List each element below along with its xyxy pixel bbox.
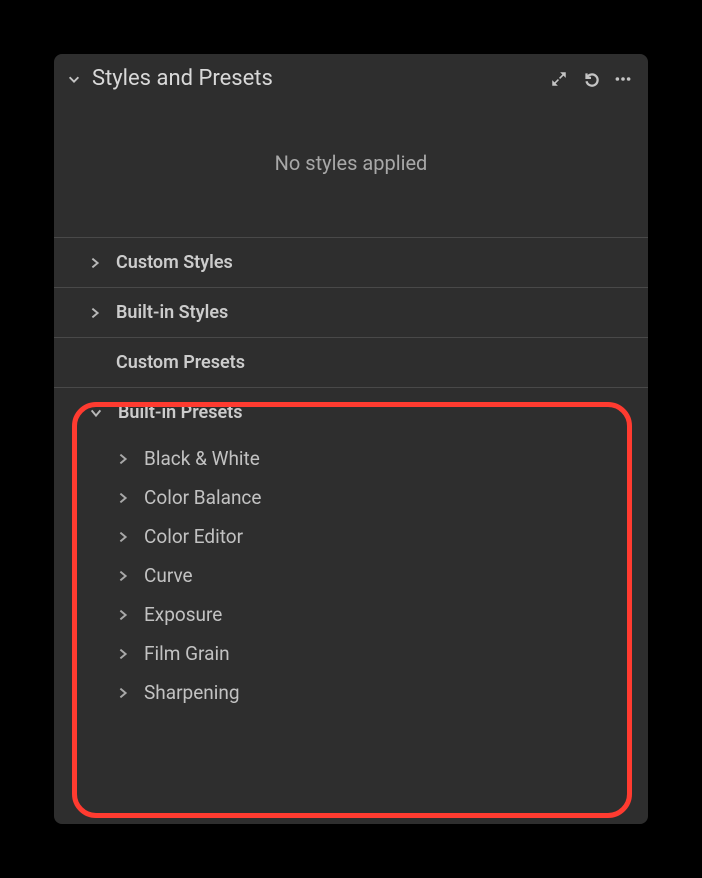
preset-item[interactable]: Color Editor: [54, 517, 648, 556]
preset-item[interactable]: Film Grain: [54, 634, 648, 673]
more-icon[interactable]: [614, 70, 632, 88]
builtin-presets-section[interactable]: Built-in Presets: [54, 388, 648, 437]
section-label: Built-in Presets: [118, 402, 242, 423]
chevron-right-icon: [116, 452, 130, 466]
preset-item[interactable]: Sharpening: [54, 673, 648, 712]
preset-item[interactable]: Black & White: [54, 439, 648, 478]
panel-header: Styles and Presets: [54, 54, 648, 103]
custom-presets-section[interactable]: Custom Presets: [54, 338, 648, 387]
preset-item[interactable]: Color Balance: [54, 478, 648, 517]
section-label: Custom Presets: [116, 352, 245, 373]
chevron-right-icon: [116, 608, 130, 622]
preset-item[interactable]: Curve: [54, 556, 648, 595]
chevron-right-icon: [116, 686, 130, 700]
expand-icon[interactable]: [550, 70, 568, 88]
chevron-right-icon: [88, 256, 102, 270]
preset-item[interactable]: Exposure: [54, 595, 648, 634]
preset-label: Exposure: [144, 603, 222, 626]
reset-icon[interactable]: [582, 70, 600, 88]
empty-state-message: No styles applied: [54, 103, 648, 237]
header-actions: [550, 70, 632, 88]
panel-title: Styles and Presets: [92, 66, 540, 91]
section-label: Custom Styles: [116, 252, 233, 273]
preset-label: Curve: [144, 564, 193, 587]
chevron-right-icon: [116, 491, 130, 505]
preset-label: Color Editor: [144, 525, 243, 548]
chevron-right-icon: [116, 530, 130, 544]
builtin-styles-section[interactable]: Built-in Styles: [54, 288, 648, 337]
collapse-icon[interactable]: [66, 71, 82, 87]
preset-label: Sharpening: [144, 681, 240, 704]
preset-label: Film Grain: [144, 642, 230, 665]
preset-label: Black & White: [144, 447, 260, 470]
section-label: Built-in Styles: [116, 302, 228, 323]
preset-label: Color Balance: [144, 486, 261, 509]
styles-presets-panel: Styles and Presets: [54, 54, 648, 824]
chevron-right-icon: [116, 569, 130, 583]
chevron-down-icon: [88, 405, 104, 421]
chevron-right-icon: [88, 306, 102, 320]
custom-styles-section[interactable]: Custom Styles: [54, 238, 648, 287]
builtin-presets-list: Black & White Color Balance Color Editor Cu…: [54, 437, 648, 732]
chevron-right-icon: [116, 647, 130, 661]
